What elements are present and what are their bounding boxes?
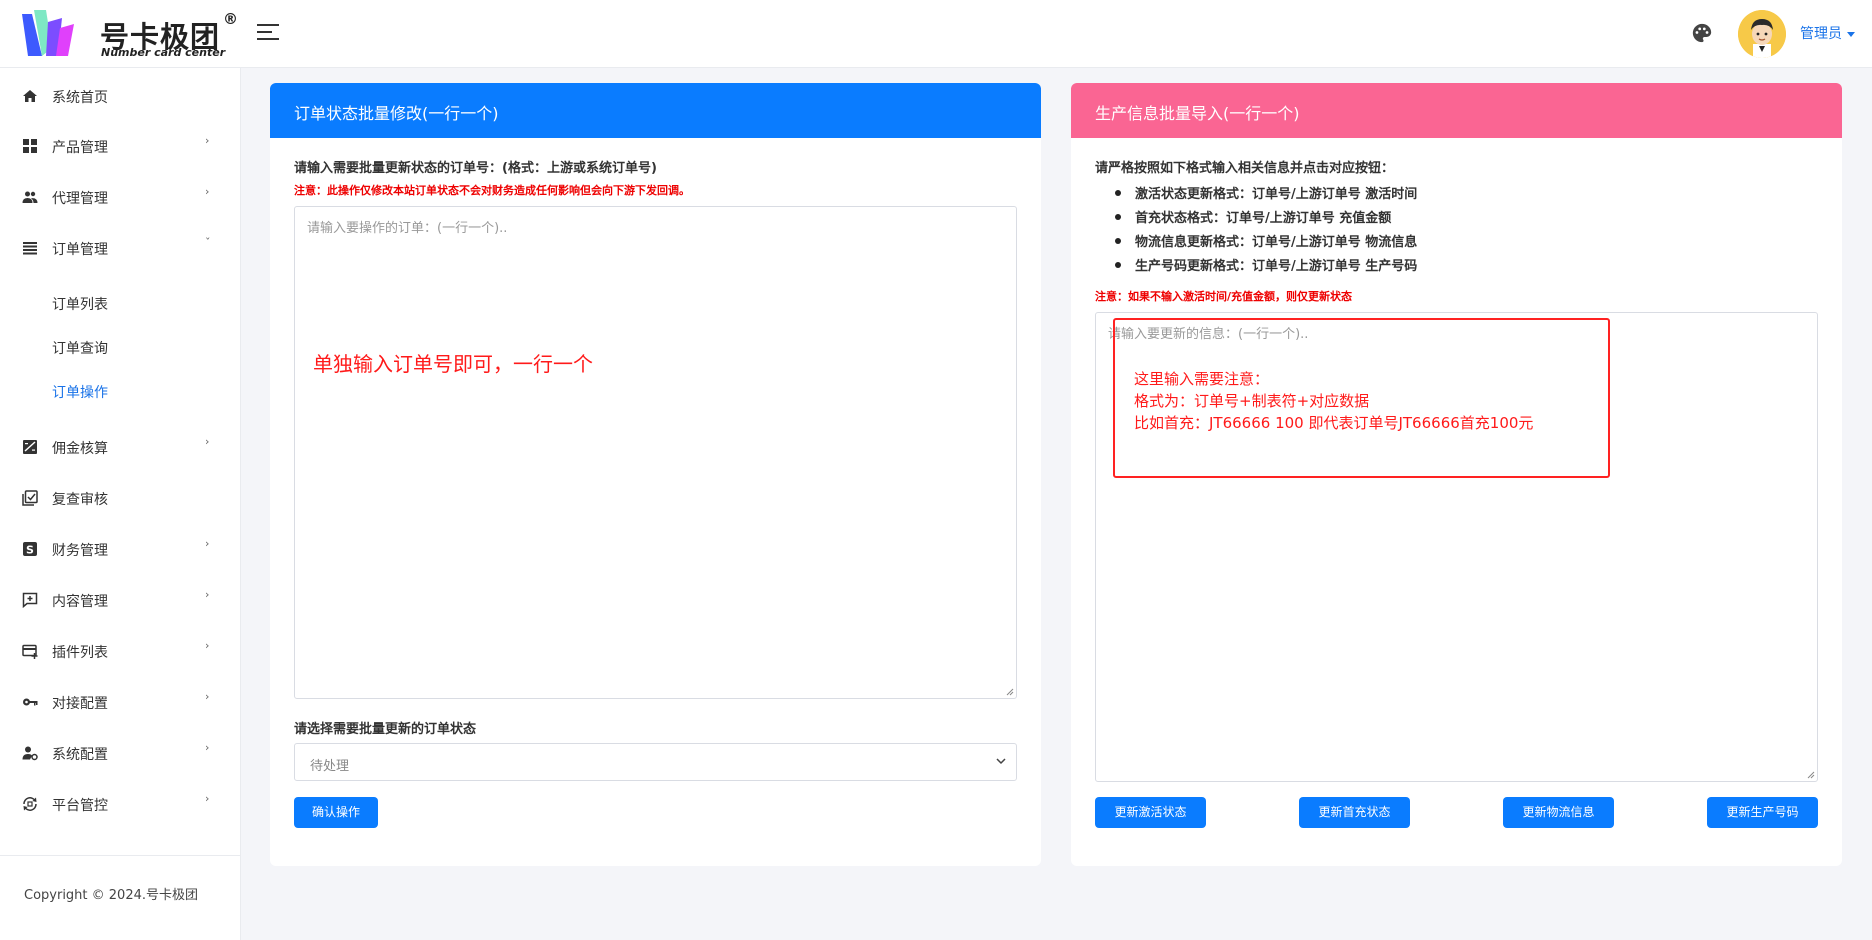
sidebar-divider [0, 855, 240, 856]
sidebar-item-label: 产品管理 [52, 140, 108, 156]
selected-status: 待处理 [310, 759, 350, 774]
warning-text: 注意：此操作仅修改本站订单状态不会对财务造成任何影响但会向下游下发回调。 [294, 184, 690, 197]
chevron-right-icon: › [205, 741, 210, 754]
sidebar-item-integration[interactable]: 对接配置 › [0, 682, 240, 722]
chevron-down-icon: ˇ [205, 236, 211, 249]
sidebar-subitem-order-operation[interactable]: 订单操作 [52, 382, 108, 402]
format-item: 物流信息更新格式：订单号/上游订单号 物流信息 [1114, 231, 1417, 255]
textarea-placeholder: 请输入要操作的订单：(一行一个).. [307, 221, 508, 236]
chevron-right-icon: › [205, 792, 210, 805]
grid-icon [23, 139, 37, 153]
sidebar-item-label: 复查审核 [52, 492, 108, 508]
svg-text:S: S [26, 544, 34, 557]
batch-status-card: 订单状态批量修改(一行一个) 请输入需要批量更新状态的订单号：(格式：上游或系统… [270, 83, 1041, 866]
sidebar-subitem-order-list[interactable]: 订单列表 [52, 294, 108, 314]
instruction-text: 请严格按照如下格式输入相关信息并点击对应按钮： [1095, 161, 1395, 176]
menu-toggle-icon[interactable] [257, 24, 279, 42]
format-item: 生产号码更新格式：订单号/上游订单号 生产号码 [1114, 255, 1417, 279]
user-label: 管理员 [1800, 26, 1842, 42]
format-item: 首充状态格式：订单号/上游订单号 充值金额 [1114, 207, 1417, 231]
sidebar: 系统首页 产品管理 › 代理管理 › 订单管理 ˇ 订单列表 订单查询 订单操作… [0, 68, 241, 940]
annotation-line: 这里输入需要注意： [1134, 370, 1270, 388]
sidebar-item-content[interactable]: 内容管理 › [0, 580, 240, 620]
sidebar-item-label: 系统首页 [52, 90, 108, 106]
confirm-button[interactable]: 确认操作 [294, 797, 378, 828]
sidebar-item-home[interactable]: 系统首页 [0, 76, 240, 116]
sidebar-item-label: 对接配置 [52, 696, 108, 712]
registered-mark: ® [223, 10, 238, 28]
sidebar-subitem-order-query[interactable]: 订单查询 [52, 338, 108, 358]
sidebar-item-label: 平台管控 [52, 798, 108, 814]
sidebar-item-label: 佣金核算 [52, 441, 108, 457]
resize-handle-icon[interactable] [1005, 687, 1014, 696]
list-icon [23, 242, 37, 255]
chevron-down-icon [1847, 31, 1855, 37]
sidebar-item-products[interactable]: 产品管理 › [0, 126, 240, 166]
sidebar-item-platform-control[interactable]: 平台管控 › [0, 784, 240, 824]
sidebar-item-label: 内容管理 [52, 594, 108, 610]
sidebar-item-label: 插件列表 [52, 645, 108, 661]
sidebar-item-label: 系统配置 [52, 747, 108, 763]
dollar-icon: S [23, 542, 37, 557]
chart-icon [23, 440, 37, 454]
logo-mark-icon [22, 10, 74, 56]
user-gear-icon [22, 746, 38, 761]
sidebar-item-commission[interactable]: 佣金核算 › [0, 427, 240, 467]
sidebar-item-agents[interactable]: 代理管理 › [0, 177, 240, 217]
chevron-right-icon: › [205, 690, 210, 703]
card-title: 生产信息批量导入(一行一个) [1071, 83, 1842, 138]
chevron-right-icon: › [205, 435, 210, 448]
chevron-right-icon: › [205, 134, 210, 147]
brand-logo[interactable]: 号卡极团 ® Number card center [18, 8, 243, 62]
annotation-left: 单独输入订单号即可，一行一个 [313, 352, 593, 376]
format-list: 激活状态更新格式：订单号/上游订单号 激活时间 首充状态格式：订单号/上游订单号… [1114, 183, 1417, 279]
annotation-right: 这里输入需要注意： 格式为：订单号+制表符+对应数据 比如首充：JT66666 … [1134, 368, 1533, 434]
top-bar: 号卡极团 ® Number card center 管理员 [0, 0, 1872, 68]
sidebar-item-system-config[interactable]: 系统配置 › [0, 733, 240, 773]
warning-text: 注意：如果不输入激活时间/充值金额，则仅更新状态 [1095, 290, 1353, 303]
chevron-right-icon: › [205, 185, 210, 198]
avatar[interactable] [1738, 10, 1786, 58]
sidebar-item-finance[interactable]: S 财务管理 › [0, 529, 240, 569]
annotation-line: 比如首充：JT66666 100 即代表订单号JT66666首充100元 [1134, 414, 1534, 432]
chevron-right-icon: › [205, 588, 210, 601]
brand-subtitle: Number card center [101, 46, 226, 59]
order-numbers-textarea[interactable]: 请输入要操作的订单：(一行一个).. [294, 206, 1017, 699]
update-first-recharge-button[interactable]: 更新首充状态 [1299, 797, 1410, 828]
people-icon [22, 191, 38, 203]
order-input-label: 请输入需要批量更新状态的订单号：(格式：上游或系统订单号) [294, 161, 657, 176]
palette-icon[interactable] [1691, 22, 1713, 44]
resize-handle-icon[interactable] [1806, 770, 1815, 779]
key-icon [23, 698, 38, 706]
order-status-select[interactable]: 待处理 [294, 743, 1017, 781]
update-production-number-button[interactable]: 更新生产号码 [1707, 797, 1818, 828]
sidebar-item-label: 代理管理 [52, 191, 108, 207]
chevron-down-icon [996, 758, 1006, 765]
update-logistics-button[interactable]: 更新物流信息 [1503, 797, 1614, 828]
annotation-line: 格式为：订单号+制表符+对应数据 [1134, 392, 1370, 410]
chevron-right-icon: › [205, 537, 210, 550]
user-menu[interactable]: 管理员 [1800, 23, 1855, 43]
chevron-right-icon: › [205, 639, 210, 652]
avatar-face-icon [1738, 10, 1786, 58]
sidebar-item-orders[interactable]: 订单管理 ˇ [0, 228, 240, 268]
sidebar-item-label: 财务管理 [52, 543, 108, 559]
sidebar-item-plugins[interactable]: 插件列表 › [0, 631, 240, 671]
card-icon [22, 644, 38, 659]
comment-icon [22, 592, 38, 608]
card-title: 订单状态批量修改(一行一个) [270, 83, 1041, 138]
sidebar-item-label: 订单管理 [52, 242, 108, 258]
copyright: Copyright © 2024.号卡极团 [24, 888, 199, 903]
home-icon [23, 90, 37, 102]
status-select-label: 请选择需要批量更新的订单状态 [294, 722, 477, 737]
review-icon [22, 490, 38, 506]
update-activation-button[interactable]: 更新激活状态 [1095, 797, 1206, 828]
format-item: 激活状态更新格式：订单号/上游订单号 激活时间 [1114, 183, 1417, 207]
sidebar-item-review[interactable]: 复查审核 [0, 478, 240, 518]
sync-icon [23, 797, 37, 811]
